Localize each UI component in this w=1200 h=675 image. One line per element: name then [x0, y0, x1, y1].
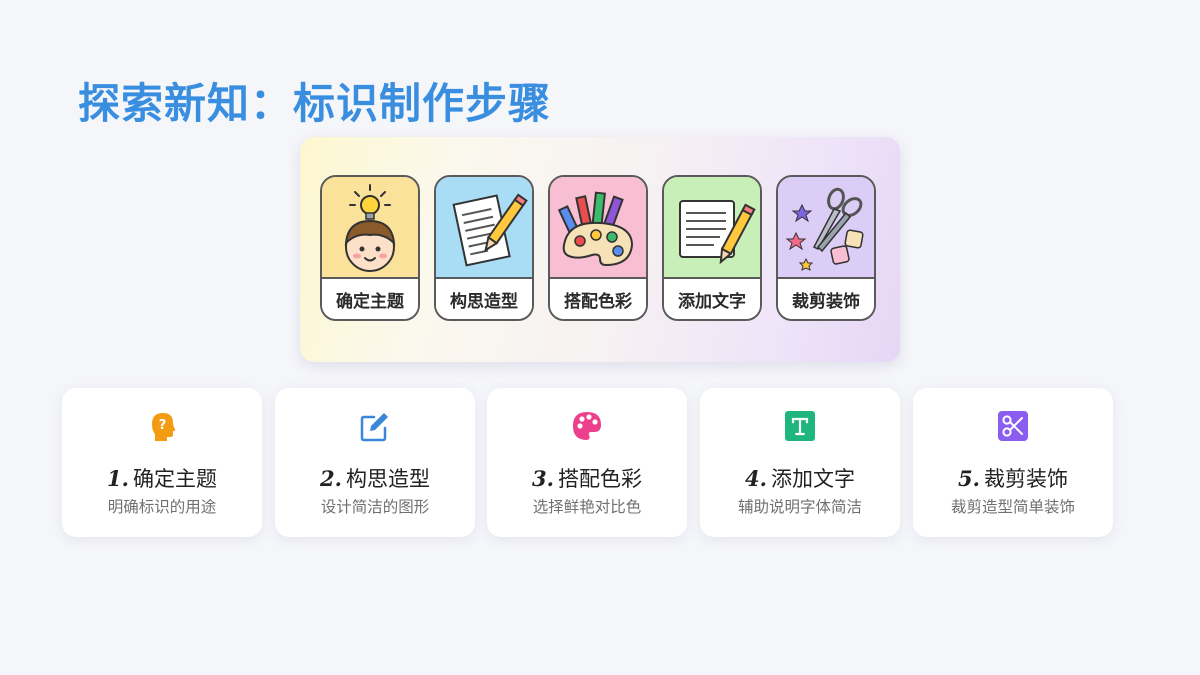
- step-title: 5. 裁剪装饰: [958, 466, 1068, 491]
- banner-tile-design: 构思造型: [434, 175, 534, 321]
- palette-crayons-icon: [550, 177, 646, 281]
- step-card-color: 3. 搭配色彩 选择鲜艳对比色: [487, 388, 687, 537]
- head-question-icon: ?: [152, 413, 176, 441]
- svg-text:?: ?: [159, 418, 167, 433]
- banner-tile-cut: 裁剪装饰: [776, 175, 876, 321]
- step-card-theme: ? 1. 确定主题 明确标识的用途: [62, 388, 262, 537]
- banner-tile-label: 确定主题: [322, 277, 418, 319]
- step-description: 选择鲜艳对比色: [532, 498, 642, 516]
- edit-icon: [360, 413, 388, 442]
- step-title: 2. 构思造型: [320, 466, 430, 491]
- step-title: 1. 确定主题: [107, 466, 217, 491]
- scissors-stickers-icon: [778, 177, 874, 281]
- page-title: 探索新知：标识制作步骤: [78, 79, 552, 128]
- banner-tile-label: 裁剪装饰: [778, 277, 874, 319]
- step-description: 辅助说明字体简洁: [737, 498, 862, 516]
- banner-tile-label: 添加文字: [664, 277, 760, 319]
- banner-tile-label: 搭配色彩: [550, 277, 646, 319]
- step-description: 明确标识的用途: [107, 498, 217, 516]
- steps-illustration-banner: 确定主题 构思造型 搭配色彩 添加文字 裁剪装饰: [300, 137, 900, 362]
- step-card-design: 2. 构思造型 设计简洁的图形: [275, 388, 475, 537]
- step-title: 4. 添加文字: [745, 466, 855, 491]
- step-description: 设计简洁的图形: [320, 498, 430, 516]
- scissors-icon: [998, 411, 1028, 441]
- banner-tile-label: 构思造型: [436, 277, 532, 319]
- text-t-icon: [785, 411, 815, 441]
- step-description: 裁剪造型简单装饰: [950, 498, 1075, 516]
- notepad-pencil-icon: [664, 177, 760, 281]
- thinking-head-lightbulb-icon: [322, 177, 418, 281]
- banner-tile-text: 添加文字: [662, 175, 762, 321]
- step-card-text: 4. 添加文字 辅助说明字体简洁: [700, 388, 900, 537]
- palette-icon: [573, 412, 601, 440]
- banner-tile-color: 搭配色彩: [548, 175, 648, 321]
- step-card-cut: 5. 裁剪装饰 裁剪造型简单装饰: [913, 388, 1113, 537]
- paper-pencil-sketch-icon: [436, 177, 532, 281]
- step-title: 3. 搭配色彩: [532, 466, 642, 491]
- banner-tile-theme: 确定主题: [320, 175, 420, 321]
